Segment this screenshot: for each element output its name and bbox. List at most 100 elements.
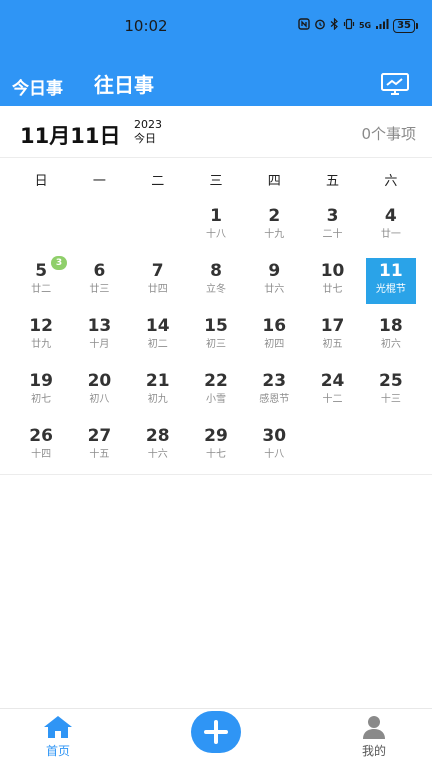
calendar-day[interactable]: 24 十二	[303, 368, 361, 423]
day-number: 2	[268, 206, 281, 226]
day-number: 27	[87, 426, 112, 446]
lunar-label: 十八	[205, 229, 226, 240]
day-number: 24	[320, 371, 345, 391]
day-number: 26	[29, 426, 53, 446]
lunar-label: 初四	[264, 339, 285, 350]
day-number: 5	[35, 261, 48, 281]
calendar-day[interactable]: 19 初七	[12, 368, 70, 423]
day-number: 9	[268, 261, 281, 281]
calendar-day[interactable]: 4 廿一	[362, 203, 420, 258]
calendar-day[interactable]: 1 十八	[187, 203, 245, 258]
calendar-day[interactable]: 28 十六	[129, 423, 187, 478]
calendar-day[interactable]: 25 十三	[362, 368, 420, 423]
day-number: 4	[384, 206, 397, 226]
calendar-day[interactable]: 16 初四	[245, 313, 303, 368]
battery-level: 35	[393, 19, 415, 33]
day-number: 8	[210, 261, 222, 281]
lunar-label: 廿四	[147, 284, 168, 295]
lunar-label: 十月	[89, 339, 110, 350]
lunar-label: 十三	[380, 394, 401, 405]
calendar-day[interactable]: 26 十四	[12, 423, 70, 478]
calendar-day[interactable]: 21 初九	[129, 368, 187, 423]
divider	[0, 474, 432, 475]
bluetooth-icon	[330, 17, 339, 34]
lunar-label: 十七	[205, 449, 226, 460]
calendar-day[interactable]: 17 初五	[303, 313, 361, 368]
calendar-day[interactable]: 14 初二	[129, 313, 187, 368]
lunar-label: 感恩节	[259, 394, 290, 405]
nav-mine[interactable]: 我的	[334, 715, 414, 759]
calendar-day[interactable]: 27 十五	[70, 423, 128, 478]
day-number: 18	[378, 316, 403, 336]
network-label: 5G	[358, 21, 372, 30]
lunar-label: 初五	[322, 339, 343, 350]
lunar-label: 十二	[322, 394, 343, 405]
calendar-day[interactable]: 29 十七	[187, 423, 245, 478]
tab-past[interactable]: 往日事	[94, 69, 154, 98]
day-number: 30	[262, 426, 287, 446]
lunar-label: 立冬	[205, 284, 226, 295]
user-icon	[363, 716, 385, 739]
calendar-day[interactable]: 13 十月	[70, 313, 128, 368]
calendar-day[interactable]: 20 初八	[70, 368, 128, 423]
lunar-label: 初八	[89, 394, 110, 405]
tab-today[interactable]: 今日事	[12, 74, 63, 99]
calendar-day[interactable]: 7 廿四	[129, 258, 187, 313]
day-number: 13	[87, 316, 112, 336]
lunar-label: 廿九	[31, 339, 52, 350]
lunar-label: 十四	[31, 449, 52, 460]
lunar-label: 十九	[264, 229, 285, 240]
home-icon	[44, 716, 72, 738]
calendar-day[interactable]: 2 十九	[245, 203, 303, 258]
calendar-day[interactable]: 18 初六	[362, 313, 420, 368]
add-event-button[interactable]	[191, 711, 241, 753]
nav-mine-label: 我的	[361, 744, 386, 758]
app-header: 10:02 5G 35 今日事 往日事	[0, 0, 432, 106]
lunar-label: 初六	[380, 339, 401, 350]
day-number: 6	[93, 261, 106, 281]
event-count-badge: 3	[51, 256, 67, 270]
event-count: 0个事项	[361, 125, 416, 143]
calendar-day[interactable]: 8 立冬	[187, 258, 245, 313]
battery-tip	[416, 23, 418, 29]
nav-home-label: 首页	[45, 744, 70, 758]
alarm-icon	[314, 18, 326, 34]
lunar-label: 十八	[264, 449, 285, 460]
weekday-header: 日 一 二 三 四 五 六	[12, 170, 420, 189]
calendar-day[interactable]: 11 光棍节	[362, 258, 420, 313]
lunar-label: 初九	[147, 394, 168, 405]
day-number: 21	[145, 371, 170, 391]
lunar-label: 廿二	[31, 284, 52, 295]
calendar-day[interactable]: 15 初三	[187, 313, 245, 368]
current-date[interactable]: 11月11日	[20, 120, 120, 150]
calendar-empty-cell	[129, 203, 187, 258]
date-bar: 11月11日 2023 今日 0个事项	[0, 106, 432, 158]
lunar-label: 初三	[205, 339, 226, 350]
plus-icon	[204, 720, 228, 744]
calendar-day[interactable]: 30 十八	[245, 423, 303, 478]
calendar-day[interactable]: 23 感恩节	[245, 368, 303, 423]
day-number: 7	[151, 261, 164, 281]
status-time: 10:02	[124, 17, 168, 35]
day-number: 28	[145, 426, 170, 446]
day-number: 12	[29, 316, 53, 336]
lunar-label: 光棍节	[375, 284, 406, 295]
lunar-label: 初二	[147, 339, 168, 350]
calendar-day[interactable]: 3 二十	[303, 203, 361, 258]
vibrate-icon	[343, 18, 355, 34]
weekday-sun: 日	[34, 174, 48, 189]
day-number: 17	[320, 316, 345, 336]
calendar-day[interactable]: 12 廿九	[12, 313, 70, 368]
screen-cast-button[interactable]	[380, 72, 410, 96]
calendar-day[interactable]: 6 廿三	[70, 258, 128, 313]
calendar-day[interactable]: 22 小雪	[187, 368, 245, 423]
calendar-day[interactable]: 5 廿二 3	[12, 256, 70, 313]
weekday-sat: 六	[384, 174, 398, 189]
calendar-day[interactable]: 9 廿六	[245, 258, 303, 313]
lunar-label: 初七	[31, 394, 52, 405]
calendar-day[interactable]: 10 廿七	[303, 258, 361, 313]
nav-home[interactable]: 首页	[18, 715, 98, 759]
day-number: 23	[262, 371, 287, 391]
lunar-label: 廿六	[264, 284, 285, 295]
day-number: 16	[262, 316, 287, 336]
